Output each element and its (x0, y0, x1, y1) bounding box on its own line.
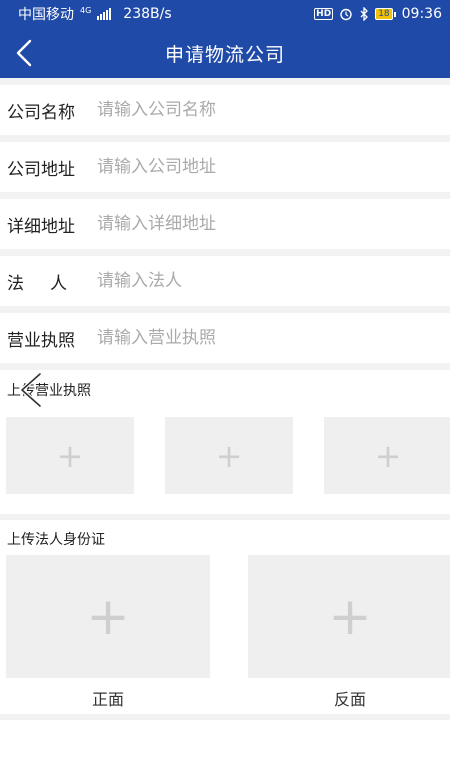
detail-address-label: 详细地址 (7, 216, 75, 237)
back-arrow-icon[interactable] (12, 38, 38, 68)
battery-level: 18 (375, 8, 393, 20)
detail-address-input[interactable] (97, 214, 437, 234)
legal-person-input[interactable] (97, 271, 437, 291)
hd-icon: HD (314, 8, 334, 20)
company-address-label: 公司地址 (7, 159, 75, 180)
edge-back-gesture-icon (20, 372, 42, 408)
license-upload-section: 上传营业执照 + + + (0, 370, 450, 514)
plus-icon: + (328, 586, 372, 647)
business-license-input[interactable] (97, 328, 437, 348)
license-upload-slot[interactable]: + (324, 417, 450, 494)
alarm-icon (340, 8, 352, 21)
signal-icon (97, 8, 112, 20)
company-address-row: 公司地址 (0, 142, 450, 192)
company-name-input[interactable] (97, 100, 437, 120)
bottom-area (0, 720, 450, 766)
plus-icon: + (374, 436, 402, 475)
nav-bar: 申请物流公司 (0, 28, 450, 78)
network-type-label: 4G (80, 6, 92, 15)
id-back-label: 反面 (333, 690, 366, 709)
id-front-label: 正面 (91, 690, 124, 709)
plus-icon: + (86, 586, 130, 647)
business-license-label: 营业执照 (7, 330, 75, 351)
bluetooth-icon (360, 7, 369, 21)
license-upload-slot[interactable]: + (6, 417, 134, 494)
business-license-row: 营业执照 (0, 313, 450, 363)
carrier-label: 中国移动 (18, 7, 74, 23)
page-title: 申请物流公司 (164, 43, 285, 66)
battery-icon: 18 (375, 8, 396, 20)
company-address-input[interactable] (97, 157, 437, 177)
id-upload-title: 上传法人身份证 (7, 532, 105, 548)
plus-icon: + (56, 436, 84, 475)
id-upload-section: 上传法人身份证 + + 正面 反面 (0, 520, 450, 714)
company-name-label: 公司名称 (7, 102, 75, 123)
id-back-upload[interactable]: + (248, 555, 450, 678)
license-upload-slot[interactable]: + (165, 417, 293, 494)
legal-person-label: 法人 (7, 273, 93, 294)
status-bar: 中国移动 4G 238B/s HD 18 09:36 (0, 0, 450, 28)
clock: 09:36 (401, 6, 442, 22)
legal-person-row: 法人 (0, 256, 450, 306)
detail-address-row: 详细地址 (0, 199, 450, 249)
id-front-upload[interactable]: + (6, 555, 210, 678)
company-name-row: 公司名称 (0, 85, 450, 135)
network-speed: 238B/s (123, 6, 172, 22)
plus-icon: + (215, 436, 243, 475)
